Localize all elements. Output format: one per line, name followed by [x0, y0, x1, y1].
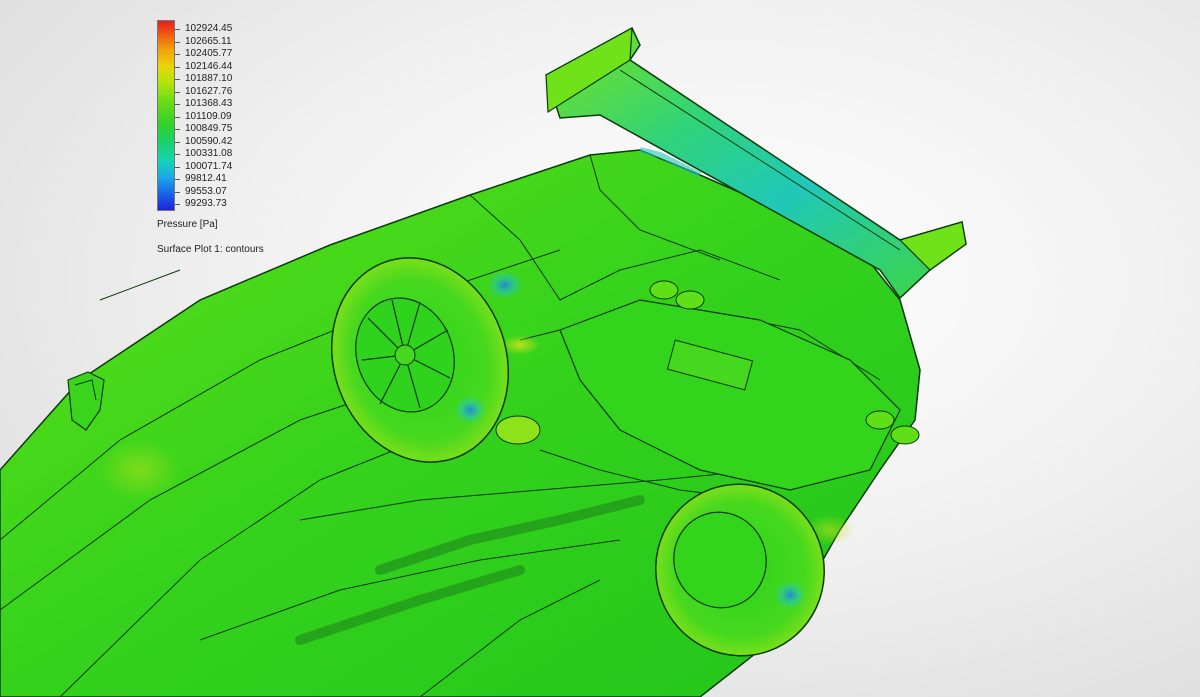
legend-value: 101627.76 — [185, 85, 233, 97]
legend-value: 101887.10 — [185, 73, 233, 84]
legend-value: 101109.09 — [185, 110, 232, 122]
legend-value: 100331.08 — [185, 148, 233, 159]
legend-tick — [175, 191, 180, 193]
legend-plot-name: Surface Plot 1: contours — [157, 244, 264, 255]
legend-value: 102146.44 — [185, 60, 233, 72]
legend-value: 101368.43 — [185, 98, 233, 109]
legend-colorbar — [157, 20, 175, 211]
legend-tick — [175, 66, 180, 68]
legend-tick — [175, 104, 180, 105]
legend-value: 99553.07 — [185, 185, 227, 197]
legend-tick — [175, 41, 180, 43]
legend-value: 100071.74 — [185, 160, 233, 172]
legend-value: 99812.41 — [185, 173, 227, 184]
legend-tick — [175, 154, 180, 155]
legend-tick — [175, 141, 180, 143]
legend-value: 102665.11 — [185, 35, 232, 47]
legend-tick — [175, 116, 180, 118]
legend-tick — [175, 166, 180, 168]
legend-ticks — [175, 20, 181, 211]
legend-tick — [175, 54, 180, 55]
legend-value: 100590.42 — [185, 135, 233, 147]
legend-tick — [175, 179, 180, 180]
legend-value: 102924.45 — [185, 23, 233, 34]
legend-value: 99293.73 — [185, 198, 227, 209]
legend-value: 100849.75 — [185, 123, 233, 134]
graphics-viewport[interactable]: 102924.45 102665.11 102405.77 102146.44 1018… — [0, 0, 1200, 697]
legend-tick — [175, 204, 180, 205]
legend-tick — [175, 29, 180, 30]
legend-tick — [175, 91, 180, 93]
legend-quantity-label: Pressure [Pa] — [157, 219, 218, 230]
legend-tick — [175, 129, 180, 130]
legend-tick — [175, 79, 180, 80]
legend-value: 102405.77 — [185, 48, 233, 59]
